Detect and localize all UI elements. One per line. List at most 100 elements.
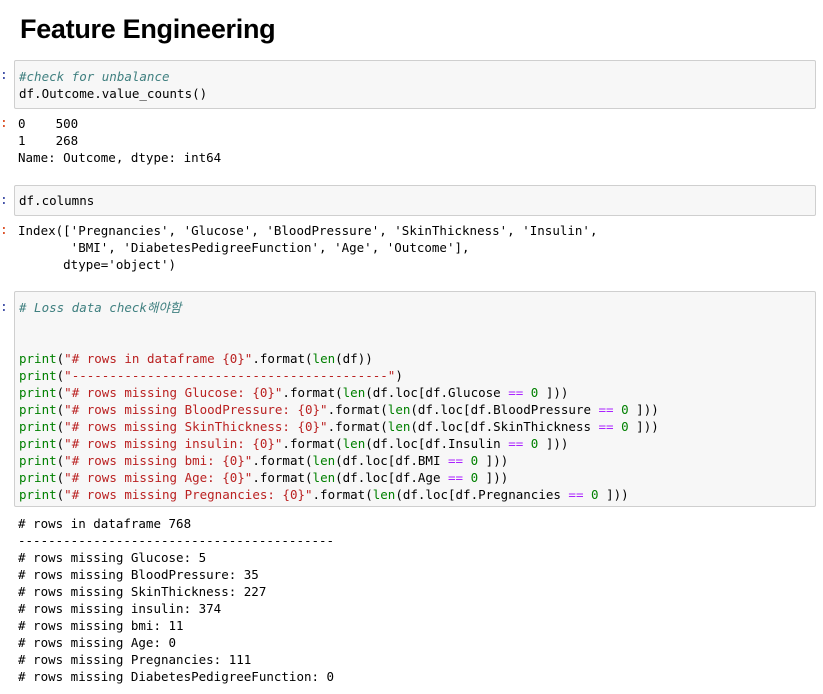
- code-token-str: "---------------------------------------…: [64, 368, 396, 383]
- code-token-num: 0: [463, 453, 479, 468]
- code-token-fn: print: [19, 351, 57, 366]
- code-token-p2: .format(: [312, 487, 373, 502]
- code-token-fn: print: [19, 504, 57, 506]
- output-value-counts: 0 500 1 268 Name: Outcome, dtype: int64: [14, 115, 225, 166]
- code-token-op: ==: [568, 487, 584, 502]
- code-comment: # Loss data check해야함: [19, 300, 182, 315]
- code-token-num: 0: [523, 385, 539, 400]
- code-token-p2: .format(: [252, 351, 313, 366]
- code-token-p3: (df.loc[df.SkinThickness: [410, 419, 599, 434]
- output-line: 1 268: [18, 133, 79, 148]
- code-token-str: "# rows missing DiabetesPedigreeFunction…: [64, 504, 410, 506]
- code-token-str: "# rows missing BloodPressure: {0}": [64, 402, 328, 417]
- code-token-num: 0: [613, 402, 629, 417]
- code-token-tail: ])): [478, 470, 509, 485]
- code-token-p2: .format(: [252, 453, 313, 468]
- code-line: print("# rows missing insulin: {0}".form…: [19, 436, 568, 451]
- code-token-p3: (df.loc[df.Age: [335, 470, 449, 485]
- code-line: df.Outcome.value_counts(): [19, 86, 208, 101]
- code-token-op: ==: [448, 470, 464, 485]
- code-token-p3: (df.loc[df.BMI: [335, 453, 449, 468]
- code-token-p3: (df.loc[df.BloodPressure: [410, 402, 599, 417]
- code-token-p2: .format(: [327, 419, 388, 434]
- code-line: print("# rows in dataframe {0}".format(l…: [19, 351, 373, 366]
- output-line: dtype='object'): [18, 257, 177, 272]
- code-token-tail: ])): [628, 419, 659, 434]
- code-token-fn: print: [19, 487, 57, 502]
- code-token-num: 0: [523, 436, 539, 451]
- code-token-p3: (df.loc[df.Pregnancies: [395, 487, 569, 502]
- output-line: # rows missing SkinThickness: 227: [18, 584, 267, 599]
- code-token-fn: print: [19, 453, 57, 468]
- code-token-p3: (df.loc[df.DiabetesPedigreeFunct: [493, 504, 734, 506]
- code-token-fn2: len: [312, 470, 336, 485]
- code-line: print("# rows missing DiabetesPedigreeFu…: [19, 504, 734, 506]
- code-token-p3: (df.loc[df.Insulin: [365, 436, 509, 451]
- code-comment: #check for unbalance: [19, 69, 170, 84]
- output-line: # rows missing DiabetesPedigreeFunction:…: [18, 669, 335, 684]
- code-cell-missing-check[interactable]: # Loss data check해야함 print("# rows in da…: [14, 291, 816, 507]
- output-line: # rows missing Glucose: 5: [18, 550, 207, 565]
- code-token-str: "# rows missing insulin: {0}": [64, 436, 283, 451]
- code-token-fn: print: [19, 385, 57, 400]
- input-prompt: :: [0, 300, 8, 315]
- code-token-p2: .format(: [410, 504, 470, 506]
- code-token-p3: (df.loc[df.Glucose: [365, 385, 509, 400]
- code-cell-columns[interactable]: df.columns: [14, 185, 816, 216]
- code-token-str: "# rows in dataframe {0}": [64, 351, 253, 366]
- code-token-num: 0: [583, 487, 599, 502]
- code-line: print("# rows missing bmi: {0}".format(l…: [19, 453, 508, 468]
- code-line: df.columns: [19, 193, 95, 208]
- output-line: 0 500: [18, 116, 79, 131]
- code-cell-value-counts[interactable]: #check for unbalance df.Outcome.value_co…: [14, 60, 816, 109]
- code-token-fn2: len: [312, 351, 336, 366]
- code-token-str: "# rows missing SkinThickness: {0}": [64, 419, 328, 434]
- code-token-op: ==: [508, 385, 524, 400]
- output-line: Index(['Pregnancies', 'Glucose', 'BloodP…: [18, 223, 598, 238]
- code-token-op: ==: [448, 453, 464, 468]
- input-prompt: :: [0, 193, 8, 208]
- code-token-p2: .format(: [282, 385, 343, 400]
- output-line: Name: Outcome, dtype: int64: [18, 150, 222, 165]
- code-line: print("# rows missing SkinThickness: {0}…: [19, 419, 659, 434]
- code-token-fn: print: [19, 368, 57, 383]
- code-token-num: 0: [613, 419, 629, 434]
- code-token-fn2: len: [312, 453, 336, 468]
- code-token-op: ==: [508, 436, 524, 451]
- code-token-tail: ])): [538, 436, 569, 451]
- code-token-fn: print: [19, 419, 57, 434]
- code-token-str: "# rows missing Pregnancies: {0}": [64, 487, 313, 502]
- code-token-fn2: len: [342, 385, 366, 400]
- code-line: print("---------------------------------…: [19, 368, 403, 383]
- code-token-str: "# rows missing Glucose: {0}": [64, 385, 283, 400]
- code-token-tail: ])): [538, 385, 569, 400]
- code-token-num: 0: [463, 470, 479, 485]
- output-line: # rows missing BloodPressure: 35: [18, 567, 259, 582]
- code-line: print("# rows missing BloodPressure: {0}…: [19, 402, 659, 417]
- output-missing-check: # rows in dataframe 768 ----------------…: [14, 515, 338, 685]
- code-token-p2: .format(: [252, 470, 313, 485]
- code-token-fn: print: [19, 402, 57, 417]
- code-line: print("# rows missing Age: {0}".format(l…: [19, 470, 508, 485]
- code-token-fn: print: [19, 436, 57, 451]
- code-line: print("# rows missing Glucose: {0}".form…: [19, 385, 568, 400]
- code-token-fn2: len: [387, 402, 411, 417]
- output-prompt: :: [0, 223, 8, 238]
- code-token-fn2: len: [471, 504, 494, 506]
- code-token-op: ==: [598, 419, 614, 434]
- section-heading: Feature Engineering: [20, 14, 276, 44]
- output-prompt: :: [0, 116, 8, 131]
- code-token-fn2: len: [372, 487, 396, 502]
- code-token-fn2: len: [387, 419, 411, 434]
- code-token-str: "# rows missing Age: {0}": [64, 470, 253, 485]
- code-token-p3: (df)): [335, 351, 373, 366]
- input-prompt: :: [0, 68, 8, 83]
- code-token-fn2: len: [342, 436, 366, 451]
- code-token-p2: .format(: [327, 402, 388, 417]
- code-token-p2: ): [395, 368, 403, 383]
- output-line: # rows missing bmi: 11: [18, 618, 184, 633]
- code-token-tail: ])): [478, 453, 509, 468]
- code-token-str: "# rows missing bmi: {0}": [64, 453, 253, 468]
- code-token-tail: ])): [598, 487, 629, 502]
- code-token-fn: print: [19, 470, 57, 485]
